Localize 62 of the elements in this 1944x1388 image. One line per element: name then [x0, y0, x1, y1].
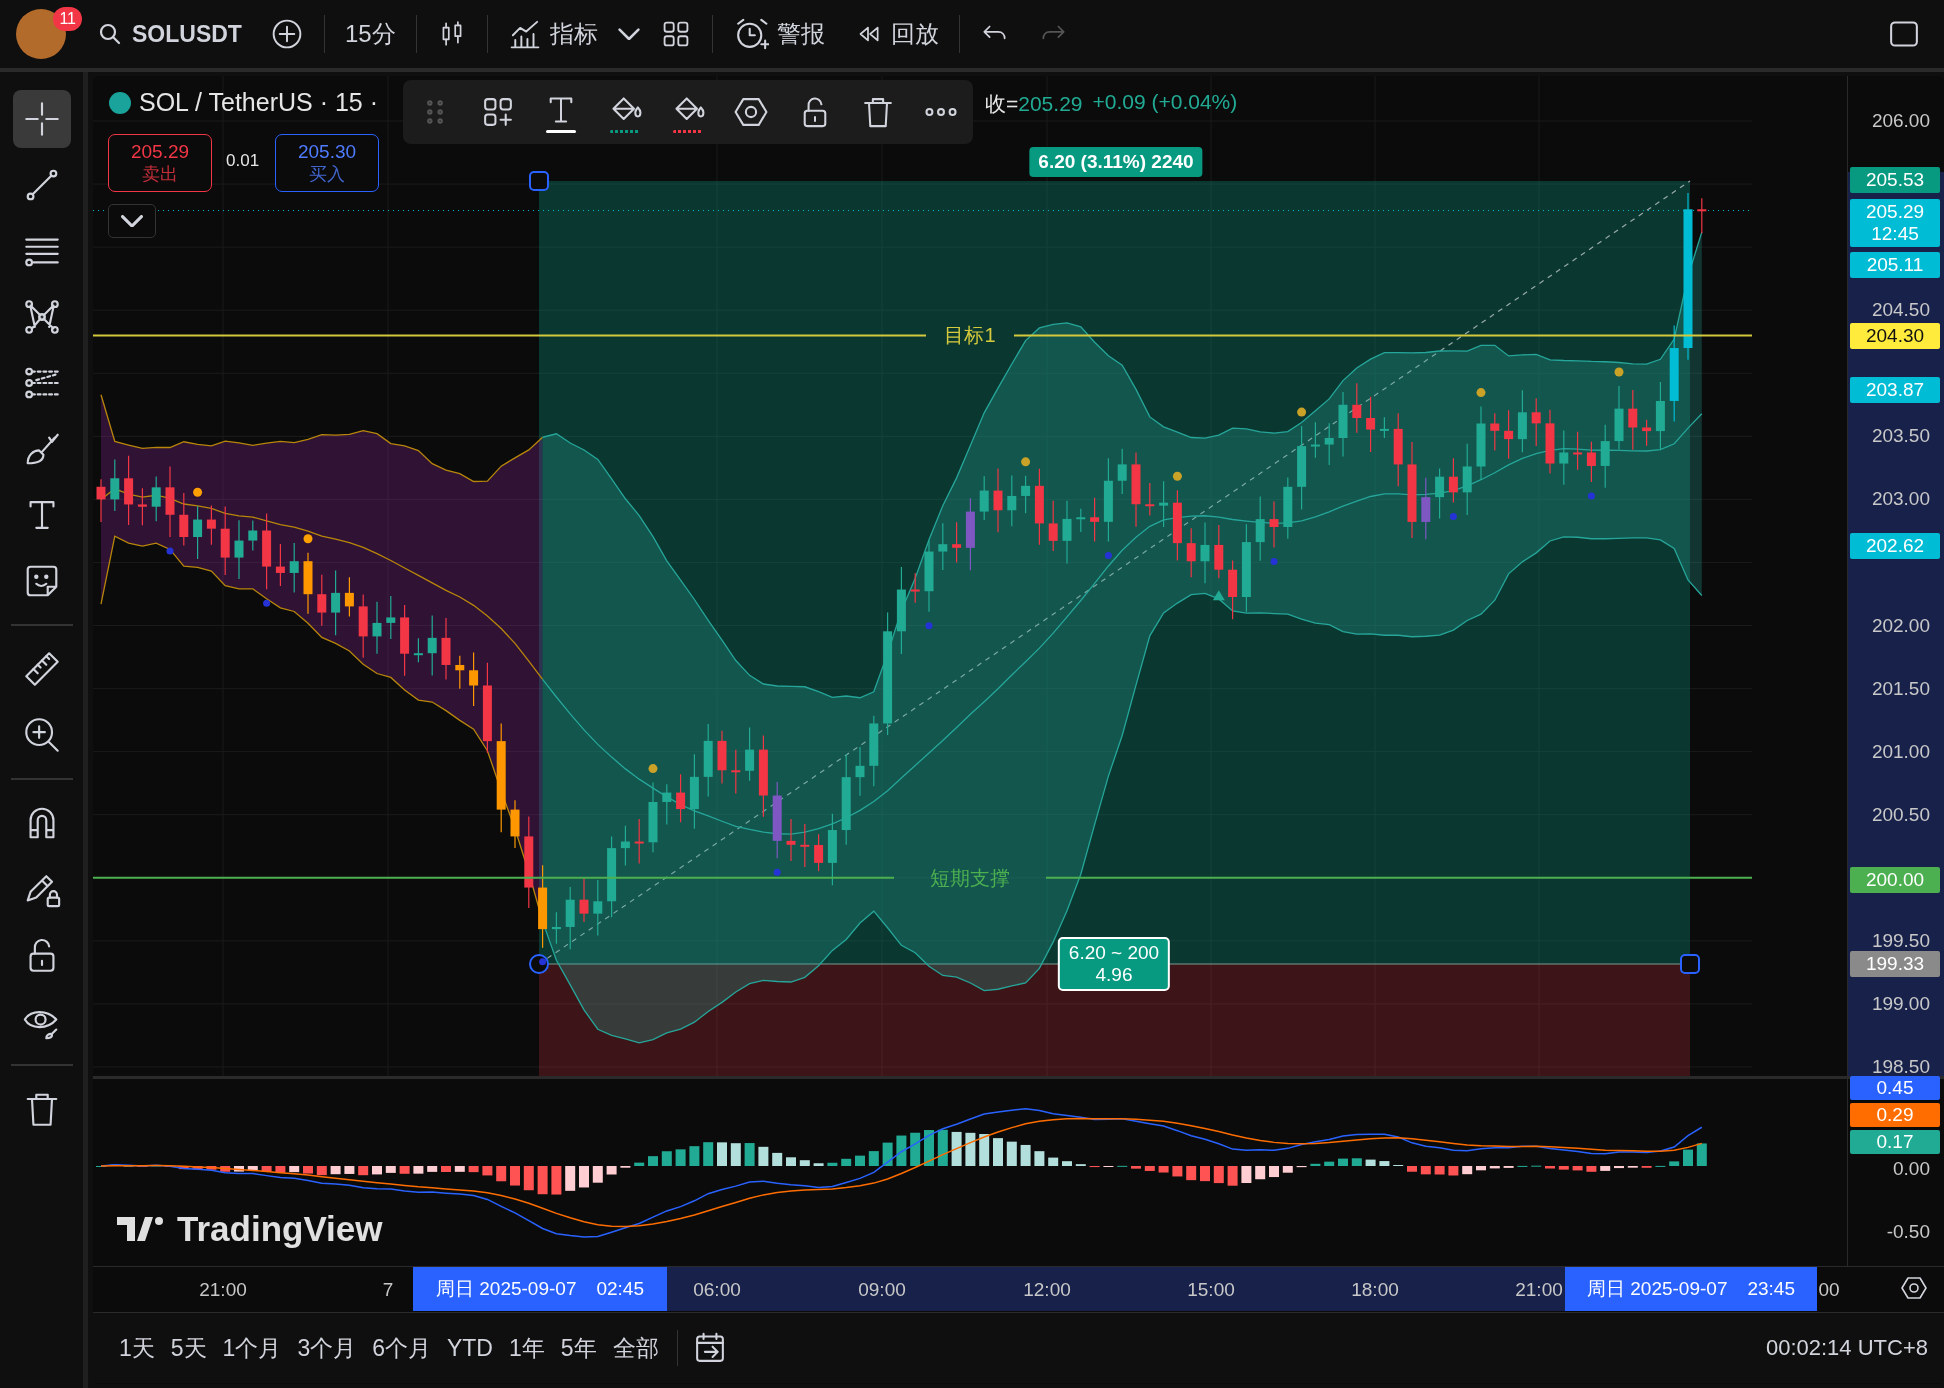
price-tick-label: 202.00 — [1871, 614, 1930, 637]
date-range-button[interactable]: 5天 — [162, 1326, 215, 1370]
buy-button[interactable]: 205.30 买入 — [275, 134, 379, 192]
interval-button[interactable]: 15分 — [332, 10, 408, 58]
alerts-button[interactable]: 警报 — [720, 10, 837, 58]
price-badge: 202.62 — [1850, 533, 1940, 559]
time-tick-label: 7 — [382, 1279, 394, 1301]
date-range-button[interactable]: YTD — [439, 1328, 501, 1368]
price-change: +0.09 (+0.04%) — [1092, 90, 1238, 115]
time-tick-label: 21:00 — [1515, 1279, 1563, 1301]
date-range-button[interactable]: 6个月 — [364, 1326, 439, 1370]
time-tick-label: 12:00 — [1023, 1279, 1071, 1301]
price-tick-label: 200.50 — [1871, 803, 1930, 826]
price-badge: 203.87 — [1850, 377, 1940, 403]
date-range-button[interactable]: 5年 — [552, 1326, 605, 1370]
indicator-badge: 0.17 — [1850, 1130, 1940, 1154]
profit-label: 6.20 (3.11%) 2240 — [1029, 147, 1203, 177]
date-range-button[interactable]: 全部 — [604, 1326, 667, 1370]
level-label: 目标1 — [944, 324, 996, 347]
notification-badge: 11 — [53, 7, 82, 31]
time-cursor-label: 周日 2025-09-07 02:45 — [413, 1267, 667, 1311]
level-label: 短期支撑 — [930, 866, 1010, 889]
time-tick-label: 15:00 — [1187, 1279, 1235, 1301]
price-badge: 204.30 — [1850, 323, 1940, 349]
indicators-button[interactable]: 指标 — [495, 10, 610, 58]
indicator-tick-label: -0.50 — [1886, 1221, 1930, 1243]
price-badge: 205.11 — [1850, 252, 1940, 278]
price-badge: 205.29 12:45 — [1850, 199, 1940, 247]
indicator-badge: 0.29 — [1850, 1103, 1940, 1127]
replay-button[interactable]: 回放 — [840, 10, 951, 58]
time-tick-label: 09:00 — [858, 1279, 906, 1301]
price-tick-label: 201.50 — [1871, 677, 1930, 700]
symbol-title: SOL / TetherUS · 15 · — [139, 88, 378, 117]
price-tick-label: 201.00 — [1871, 740, 1930, 763]
clock-timezone[interactable]: 00:02:14 UTC+8 — [1765, 1335, 1928, 1361]
time-tick-label: 18:00 — [1351, 1279, 1399, 1301]
time-tick-label: 21:00 — [199, 1279, 247, 1301]
time-tick-label: 06:00 — [693, 1279, 741, 1301]
sell-button[interactable]: 205.29 卖出 — [108, 134, 212, 192]
indicator-badge: 0.45 — [1850, 1076, 1940, 1100]
close-label: 收=205.29 — [985, 91, 1083, 117]
date-range-button[interactable]: 3个月 — [289, 1326, 365, 1370]
price-badge: 205.53 — [1850, 167, 1940, 193]
price-tick-label: 203.00 — [1871, 488, 1930, 511]
symbol-search[interactable]: SOLUSDT — [84, 10, 254, 58]
time-tick-label: 00 — [1818, 1279, 1840, 1301]
price-tick-label: 204.50 — [1871, 299, 1930, 322]
brand-logo-text: TradingView — [177, 1209, 383, 1249]
indicator-tick-label: 0.00 — [1893, 1158, 1930, 1180]
time-cursor-label: 周日 2025-09-07 23:45 — [1565, 1267, 1817, 1311]
price-badge: 200.00 — [1850, 867, 1940, 893]
date-range-button[interactable]: 1个月 — [214, 1326, 290, 1370]
price-tick-label: 206.00 — [1871, 110, 1930, 132]
position-label: 6.20 ~ 200 4.96 — [1057, 937, 1171, 991]
price-tick-label: 199.00 — [1871, 992, 1930, 1015]
date-range-button[interactable]: 1年 — [501, 1326, 553, 1370]
price-tick-label: 203.50 — [1871, 425, 1930, 448]
price-tick-label: 198.50 — [1871, 1055, 1930, 1078]
spread-value: 0.01 — [226, 151, 260, 171]
price-tick-label: 199.50 — [1871, 929, 1930, 952]
date-range-button[interactable]: 1天 — [111, 1326, 163, 1370]
price-badge: 199.33 — [1850, 951, 1940, 977]
